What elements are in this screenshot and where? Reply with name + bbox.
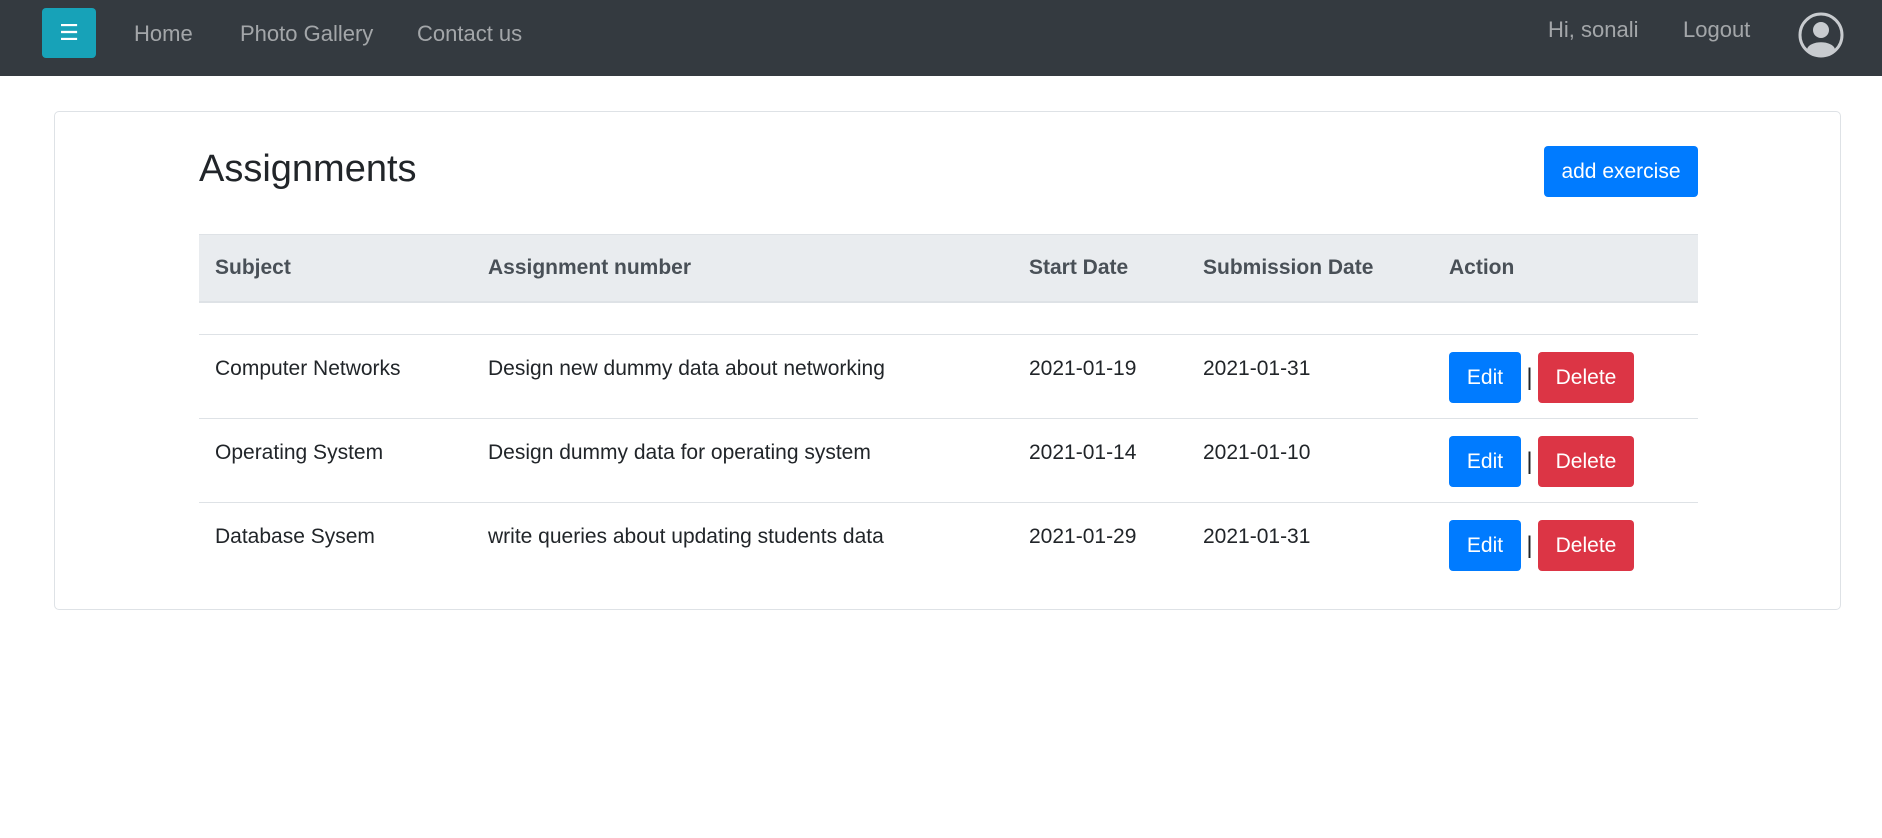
logout-link[interactable]: Logout [1683,17,1750,43]
hamburger-icon: ☰ [59,20,79,45]
cell-assignment: write queries about updating students da… [488,525,884,548]
spacer-cell [199,301,1698,335]
cell-start-date: 2021-01-29 [1029,525,1137,548]
cell-actions: Edit | Delete [1433,334,1698,419]
delete-button[interactable]: Delete [1538,436,1634,487]
edit-button[interactable]: Edit [1449,520,1521,571]
column-header-assignment-number[interactable]: Assignment number [472,234,1013,303]
table-row: Database Sysem write queries about updat… [199,503,1698,587]
column-header-start-date[interactable]: Start Date [1013,234,1187,303]
cell-subject: Database Sysem [215,525,375,548]
top-navbar: ☰ Home Photo Gallery Contact us Hi, sona… [0,0,1882,76]
table-header-row: Subject Assignment number Start Date Sub… [199,234,1698,303]
nav-link-photo-gallery[interactable]: Photo Gallery [240,21,373,47]
cell-actions: Edit | Delete [1433,503,1698,587]
cell-start-date: 2021-01-14 [1013,418,1187,503]
user-circle-icon[interactable] [1798,12,1844,58]
add-exercise-button[interactable]: add exercise [1544,146,1698,197]
assignments-card: Assignments add exercise Subject Assignm… [54,111,1841,610]
cell-assignment: Design dummy data for operating system [472,418,1013,503]
action-separator: | [1526,363,1533,391]
action-separator: | [1526,447,1533,475]
cell-actions: Edit | Delete [1433,418,1698,503]
page-title: Assignments [199,148,417,190]
column-header-action: Action [1433,234,1698,303]
user-greeting: Hi, sonali [1548,17,1639,42]
edit-button[interactable]: Edit [1449,352,1521,403]
cell-assignment: Design new dummy data about networking [472,334,1013,419]
table-row: Computer Networks Design new dummy data … [199,334,1698,419]
cell-submission-date: 2021-01-31 [1187,334,1433,419]
table-spacer-row [199,301,1698,335]
cell-submission-date: 2021-01-31 [1203,525,1311,548]
delete-button[interactable]: Delete [1538,352,1634,403]
action-separator: | [1526,531,1533,559]
nav-link-contact-us[interactable]: Contact us [417,21,522,47]
cell-subject: Operating System [199,418,472,503]
cell-start-date: 2021-01-19 [1013,334,1187,419]
assignments-table-wrapper: Subject Assignment number Start Date Sub… [199,234,1698,587]
delete-button[interactable]: Delete [1538,520,1634,571]
menu-toggle-button[interactable]: ☰ [42,8,96,58]
nav-link-home[interactable]: Home [134,21,193,47]
assignments-table: Subject Assignment number Start Date Sub… [199,234,1698,587]
cell-submission-date: 2021-01-10 [1187,418,1433,503]
cell-subject: Computer Networks [199,334,472,419]
table-row: Operating System Design dummy data for o… [199,418,1698,503]
column-header-submission-date[interactable]: Submission Date [1187,234,1433,303]
edit-button[interactable]: Edit [1449,436,1521,487]
column-header-subject[interactable]: Subject [199,234,472,303]
